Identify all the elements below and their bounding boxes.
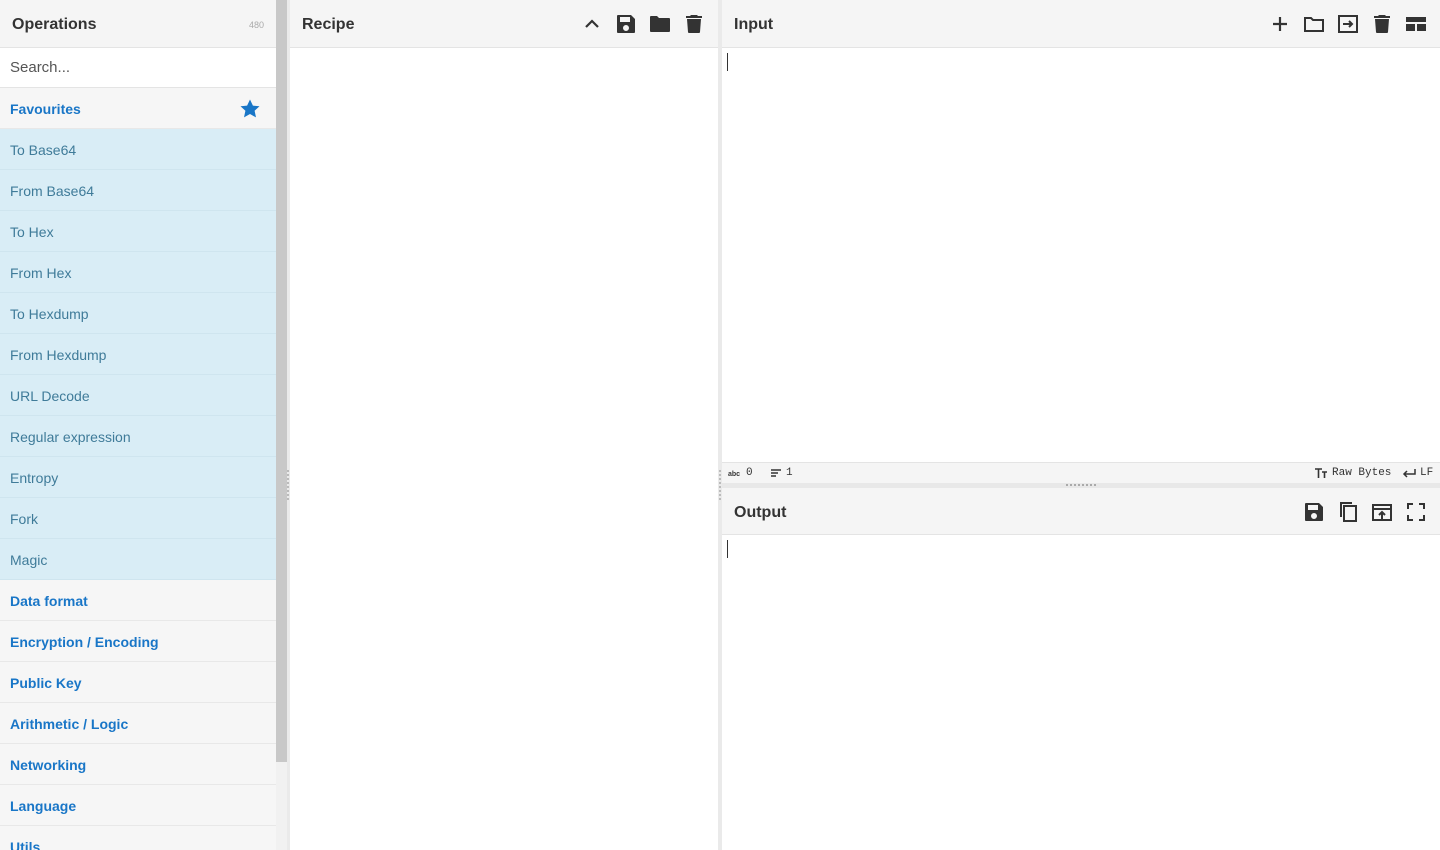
operation-from-hex[interactable]: From Hex xyxy=(0,252,276,293)
operation-label: From Base64 xyxy=(10,183,95,199)
operations-title: Operations xyxy=(12,16,97,33)
operation-to-hexdump[interactable]: To Hexdump xyxy=(0,293,276,334)
plus-icon[interactable] xyxy=(1268,12,1292,36)
output-header: Output xyxy=(722,488,1440,535)
operation-to-hex[interactable]: To Hex xyxy=(0,211,276,252)
operation-label: To Base64 xyxy=(10,142,77,158)
input-title: Input xyxy=(734,16,774,33)
operation-entropy[interactable]: Entropy xyxy=(0,457,276,498)
input-header: Input xyxy=(722,0,1440,48)
category-language[interactable]: Language xyxy=(0,785,276,826)
operations-scrollbar-thumb[interactable] xyxy=(276,0,287,762)
save-icon[interactable] xyxy=(614,12,638,36)
lines-icon xyxy=(771,469,781,477)
save-icon[interactable] xyxy=(1302,500,1326,524)
operation-label: Regular expression xyxy=(10,429,131,445)
cyberchef-app: Operations 480 Favourites To Base64 From… xyxy=(0,0,1440,850)
recipe-panel: Recipe xyxy=(290,0,718,850)
abc-icon: abc xyxy=(728,471,740,478)
replace-input-icon[interactable] xyxy=(1370,500,1394,524)
chevron-up-icon[interactable] xyxy=(580,12,604,36)
category-label: Utils xyxy=(10,839,41,850)
eol-selector[interactable]: LF xyxy=(1402,467,1433,479)
category-label: Data format xyxy=(10,593,88,609)
char-count-value: 0 xyxy=(746,467,753,479)
search-input[interactable] xyxy=(0,48,276,87)
search-box xyxy=(0,48,276,88)
category-label: Public Key xyxy=(10,675,82,691)
gutter-grip xyxy=(287,470,289,500)
encoding-selector[interactable]: Raw Bytes xyxy=(1314,467,1391,479)
category-label: Favourites xyxy=(10,101,81,117)
input-caret xyxy=(727,53,728,71)
folder-open-icon[interactable] xyxy=(1302,12,1326,36)
operation-label: Fork xyxy=(10,511,38,527)
operation-fork[interactable]: Fork xyxy=(0,498,276,539)
star-icon xyxy=(240,99,260,118)
gutter-grip xyxy=(719,470,721,500)
output-title: Output xyxy=(734,504,787,521)
operation-from-hexdump[interactable]: From Hexdump xyxy=(0,334,276,375)
trash-icon[interactable] xyxy=(682,12,706,36)
category-utils[interactable]: Utils xyxy=(0,826,276,850)
operations-list: Favourites To Base64 From Base64 To Hex … xyxy=(0,88,276,850)
input-arrow-icon[interactable] xyxy=(1336,12,1360,36)
line-count: 1 xyxy=(770,467,793,479)
input-textarea[interactable] xyxy=(722,48,1440,462)
operation-label: Magic xyxy=(10,552,48,568)
operation-magic[interactable]: Magic xyxy=(0,539,276,580)
line-count-value: 1 xyxy=(786,467,793,479)
operation-label: URL Decode xyxy=(10,388,90,404)
operation-url-decode[interactable]: URL Decode xyxy=(0,375,276,416)
return-arrow-icon xyxy=(1402,469,1416,478)
operation-label: From Hex xyxy=(10,265,72,281)
trash-icon[interactable] xyxy=(1370,12,1394,36)
encoding-value: Raw Bytes xyxy=(1332,467,1392,479)
category-encryption-encoding[interactable]: Encryption / Encoding xyxy=(0,621,276,662)
io-panel: Input abc 0 1 Raw Bytes LF Output xyxy=(722,0,1440,850)
output-caret xyxy=(727,540,728,558)
split-grip xyxy=(1066,484,1096,486)
category-data-format[interactable]: Data format xyxy=(0,580,276,621)
operation-label: To Hex xyxy=(10,224,54,240)
operation-label: Entropy xyxy=(10,470,59,486)
operations-panel: Operations 480 Favourites To Base64 From… xyxy=(0,0,287,850)
category-label: Language xyxy=(10,798,77,814)
eol-value: LF xyxy=(1420,467,1434,479)
category-label: Networking xyxy=(10,757,87,773)
folder-icon[interactable] xyxy=(648,12,672,36)
category-arithmetic-logic[interactable]: Arithmetic / Logic xyxy=(0,703,276,744)
category-label: Encryption / Encoding xyxy=(10,634,159,650)
operations-header: Operations 480 xyxy=(0,0,276,48)
category-label: Arithmetic / Logic xyxy=(10,716,129,732)
operation-to-base64[interactable]: To Base64 xyxy=(0,129,276,170)
operation-label: To Hexdump xyxy=(10,306,89,322)
layout-icon[interactable] xyxy=(1404,12,1428,36)
operations-scrollbar-track[interactable] xyxy=(276,762,287,850)
svg-text:abc: abc xyxy=(728,471,740,478)
category-public-key[interactable]: Public Key xyxy=(0,662,276,703)
copy-icon[interactable] xyxy=(1336,500,1360,524)
maximise-icon[interactable] xyxy=(1404,500,1428,524)
output-textarea[interactable] xyxy=(722,535,1440,850)
text-size-icon xyxy=(1315,467,1327,478)
operations-count: 480 xyxy=(248,20,264,30)
recipe-header: Recipe xyxy=(290,0,718,48)
operation-from-base64[interactable]: From Base64 xyxy=(0,170,276,211)
recipe-title: Recipe xyxy=(302,16,355,33)
category-networking[interactable]: Networking xyxy=(0,744,276,785)
char-count: abc 0 xyxy=(728,467,753,479)
category-favourites[interactable]: Favourites xyxy=(0,88,276,129)
operation-regular-expression[interactable]: Regular expression xyxy=(0,416,276,457)
operation-label: From Hexdump xyxy=(10,347,107,363)
input-status-bar: abc 0 1 Raw Bytes LF xyxy=(722,462,1440,483)
